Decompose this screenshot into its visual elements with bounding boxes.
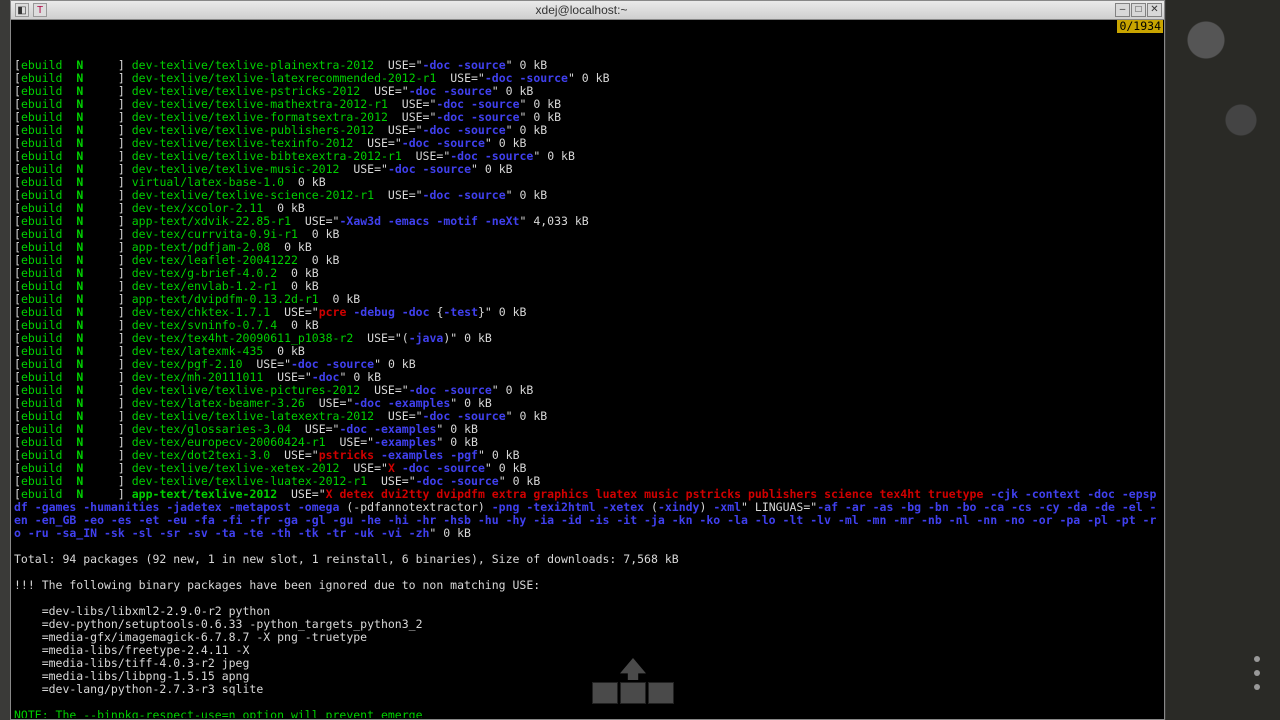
emerge-line: [ebuild N ] app-text/texlive-2012 USE="X…	[14, 488, 1161, 540]
minimize-button[interactable]: –	[1115, 3, 1130, 17]
summary-warn: !!! The following binary packages have b…	[14, 579, 1161, 592]
window-titlebar[interactable]: ◧ T xdej@localhost:~ – □ ✕	[11, 1, 1164, 20]
window-title: xdej@localhost:~	[51, 3, 1112, 17]
terminal-window: ◧ T xdej@localhost:~ – □ ✕ 0/1934 [ebuil…	[10, 0, 1165, 720]
note-line: NOTE: The --binpkg-respect-use=n option …	[14, 709, 1161, 718]
arrow-up-icon	[620, 658, 646, 680]
osd-indicator	[592, 658, 674, 704]
app-icon-1: ◧	[15, 3, 29, 17]
summary-total: Total: 94 packages (92 new, 1 in new slo…	[14, 553, 1161, 566]
desktop-background	[1166, 0, 1280, 720]
close-button[interactable]: ✕	[1147, 3, 1162, 17]
terminal-body[interactable]: 0/1934 [ebuild N ] dev-texlive/texlive-p…	[12, 20, 1163, 718]
app-icon-2: T	[33, 3, 47, 17]
maximize-button[interactable]: □	[1131, 3, 1146, 17]
menu-dots-icon	[1254, 656, 1260, 690]
ignored-pkg: =dev-lang/python-2.7.3-r3 sqlite	[14, 683, 1161, 696]
scroll-position-badge: 0/1934	[1117, 20, 1163, 33]
